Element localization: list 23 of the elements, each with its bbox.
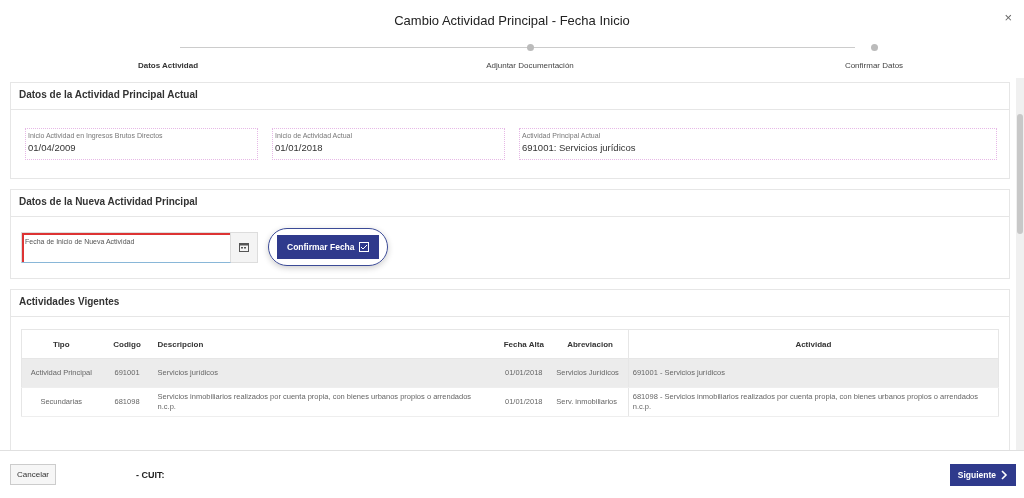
calendar-button[interactable] (231, 231, 258, 263)
calendar-icon (239, 242, 249, 252)
cuit-label: - CUIT: (136, 469, 165, 480)
column-header: Tipo (21, 329, 101, 359)
cancel-button[interactable]: Cancelar (10, 464, 56, 485)
step-label[interactable]: Datos Actividad (137, 61, 199, 70)
column-header: Fecha Alta (495, 329, 553, 359)
step-label[interactable]: Confirmar Datos (844, 61, 904, 70)
column-header: Codigo (100, 329, 154, 359)
scrollbar-thumb[interactable] (1017, 114, 1023, 234)
column-header: Abreviacion (552, 329, 629, 359)
confirm-date-button[interactable]: Confirmar Fecha (277, 235, 379, 259)
chevron-right-icon (1001, 469, 1008, 480)
column-header: Descripcion (153, 329, 496, 359)
dialog-title: Cambio Actividad Principal - Fecha Inicio (394, 12, 630, 28)
column-header: Actividad (628, 329, 999, 359)
section-title: Datos de la Nueva Actividad Principal (19, 196, 198, 207)
close-button[interactable]: × (1004, 11, 1012, 25)
check-icon (358, 242, 369, 252)
next-button[interactable]: Siguiente (949, 463, 1016, 486)
section-title: Actividades Vigentes (19, 296, 120, 307)
section-title: Datos de la Actividad Principal Actual (19, 89, 198, 100)
step-label[interactable]: Adjuntar Documentación (486, 61, 574, 70)
